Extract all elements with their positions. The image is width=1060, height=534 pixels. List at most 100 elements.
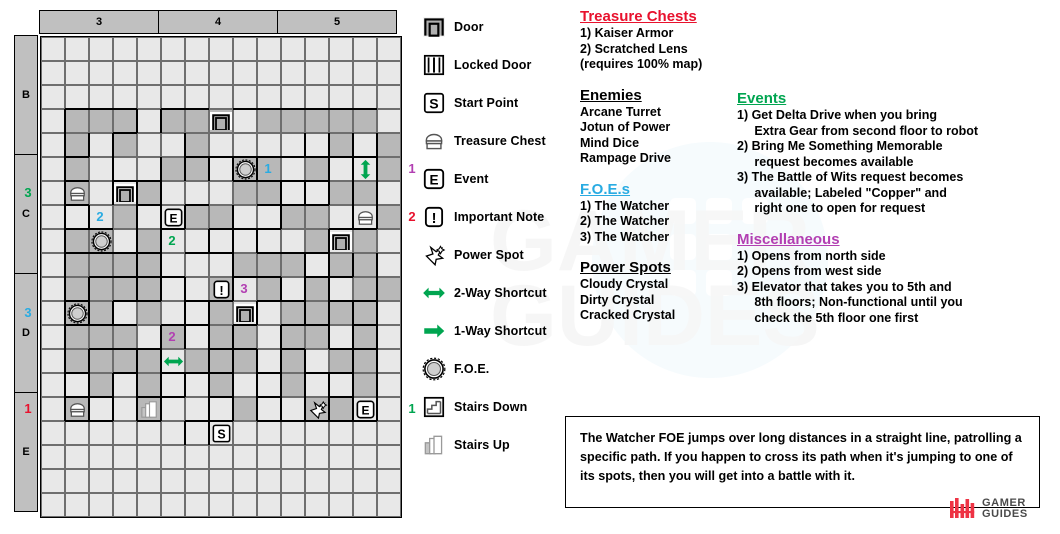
map-cell[interactable] — [113, 373, 137, 397]
map-cell[interactable] — [185, 85, 209, 109]
map-cell[interactable] — [257, 469, 281, 493]
map-cell[interactable] — [185, 277, 209, 301]
map-cell[interactable] — [305, 277, 329, 301]
map-cell[interactable] — [65, 37, 89, 61]
map-cell[interactable] — [161, 157, 185, 181]
map-cell[interactable] — [305, 493, 329, 517]
map-cell[interactable] — [161, 37, 185, 61]
map-cell[interactable] — [113, 109, 137, 133]
map-cell[interactable] — [41, 85, 65, 109]
map-cell[interactable] — [257, 229, 281, 253]
map-cell[interactable] — [377, 397, 401, 421]
map-cell[interactable] — [41, 325, 65, 349]
map-cell[interactable] — [281, 397, 305, 421]
map-cell[interactable] — [353, 325, 377, 349]
map-cell[interactable] — [113, 301, 137, 325]
map-cell[interactable] — [377, 253, 401, 277]
map-cell[interactable] — [113, 157, 137, 181]
map-cell[interactable] — [161, 181, 185, 205]
map-cell[interactable] — [305, 469, 329, 493]
map-cell[interactable] — [305, 61, 329, 85]
map-cell[interactable] — [377, 349, 401, 373]
map-cell[interactable] — [137, 349, 161, 373]
map-cell[interactable] — [329, 373, 353, 397]
map-cell[interactable] — [329, 277, 353, 301]
map-cell[interactable] — [161, 277, 185, 301]
map-cell[interactable] — [185, 349, 209, 373]
map-cell[interactable] — [89, 469, 113, 493]
map-cell[interactable] — [329, 253, 353, 277]
map-cell[interactable] — [257, 277, 281, 301]
map-cell[interactable] — [89, 397, 113, 421]
map-cell[interactable] — [329, 133, 353, 157]
map-cell[interactable] — [65, 253, 89, 277]
map-cell[interactable] — [209, 325, 233, 349]
map-cell[interactable] — [65, 61, 89, 85]
map-cell[interactable] — [185, 229, 209, 253]
map-cell[interactable] — [233, 205, 257, 229]
map-cell[interactable] — [137, 373, 161, 397]
map-cell[interactable] — [185, 397, 209, 421]
map-cell[interactable] — [281, 445, 305, 469]
map-cell[interactable] — [305, 85, 329, 109]
map-cell[interactable] — [113, 493, 137, 517]
map-cell[interactable] — [65, 133, 89, 157]
map-cell[interactable] — [89, 205, 113, 229]
map-cell[interactable] — [113, 445, 137, 469]
map-cell[interactable] — [377, 133, 401, 157]
map-cell[interactable] — [353, 349, 377, 373]
map-cell[interactable] — [137, 421, 161, 445]
map-cell[interactable] — [209, 301, 233, 325]
map-cell[interactable] — [281, 301, 305, 325]
map-cell[interactable] — [377, 205, 401, 229]
map-cell[interactable] — [161, 133, 185, 157]
map-cell[interactable] — [257, 445, 281, 469]
map-cell[interactable] — [233, 325, 257, 349]
map-cell[interactable] — [41, 445, 65, 469]
map-cell[interactable] — [41, 349, 65, 373]
map-cell[interactable] — [113, 469, 137, 493]
map-cell[interactable] — [89, 85, 113, 109]
map-cell[interactable] — [137, 109, 161, 133]
map-cell[interactable] — [353, 469, 377, 493]
map-cell[interactable] — [377, 301, 401, 325]
map-cell[interactable] — [41, 397, 65, 421]
map-cell[interactable] — [257, 157, 281, 181]
map-cell[interactable] — [377, 157, 401, 181]
map-cell[interactable] — [209, 85, 233, 109]
map-cell[interactable] — [257, 61, 281, 85]
map-cell[interactable] — [281, 325, 305, 349]
map-cell[interactable] — [113, 325, 137, 349]
map-cell[interactable] — [257, 301, 281, 325]
map-cell[interactable] — [377, 85, 401, 109]
map-cell[interactable] — [65, 277, 89, 301]
map-cell[interactable] — [113, 397, 137, 421]
map-cell[interactable] — [41, 133, 65, 157]
map-cell[interactable] — [209, 253, 233, 277]
map-cell[interactable] — [257, 397, 281, 421]
map-cell[interactable] — [41, 181, 65, 205]
map-cell[interactable] — [281, 85, 305, 109]
map-cell[interactable] — [353, 301, 377, 325]
map-cell[interactable] — [137, 205, 161, 229]
map-cell[interactable] — [41, 301, 65, 325]
map-cell[interactable] — [281, 37, 305, 61]
map-cell[interactable] — [185, 157, 209, 181]
map-cell[interactable] — [281, 157, 305, 181]
map-grid[interactable]: E! E S — [40, 36, 402, 518]
map-cell[interactable] — [233, 61, 257, 85]
map-cell[interactable] — [257, 349, 281, 373]
map-cell[interactable] — [257, 253, 281, 277]
map-cell[interactable] — [137, 85, 161, 109]
map-cell[interactable] — [329, 469, 353, 493]
map-cell[interactable] — [185, 181, 209, 205]
map-cell[interactable] — [377, 421, 401, 445]
map-cell[interactable] — [209, 493, 233, 517]
map-cell[interactable] — [329, 445, 353, 469]
map-cell[interactable] — [65, 445, 89, 469]
map-cell[interactable] — [41, 157, 65, 181]
map-cell[interactable] — [185, 325, 209, 349]
map-cell[interactable] — [305, 229, 329, 253]
map-cell[interactable] — [209, 445, 233, 469]
map-cell[interactable] — [137, 301, 161, 325]
